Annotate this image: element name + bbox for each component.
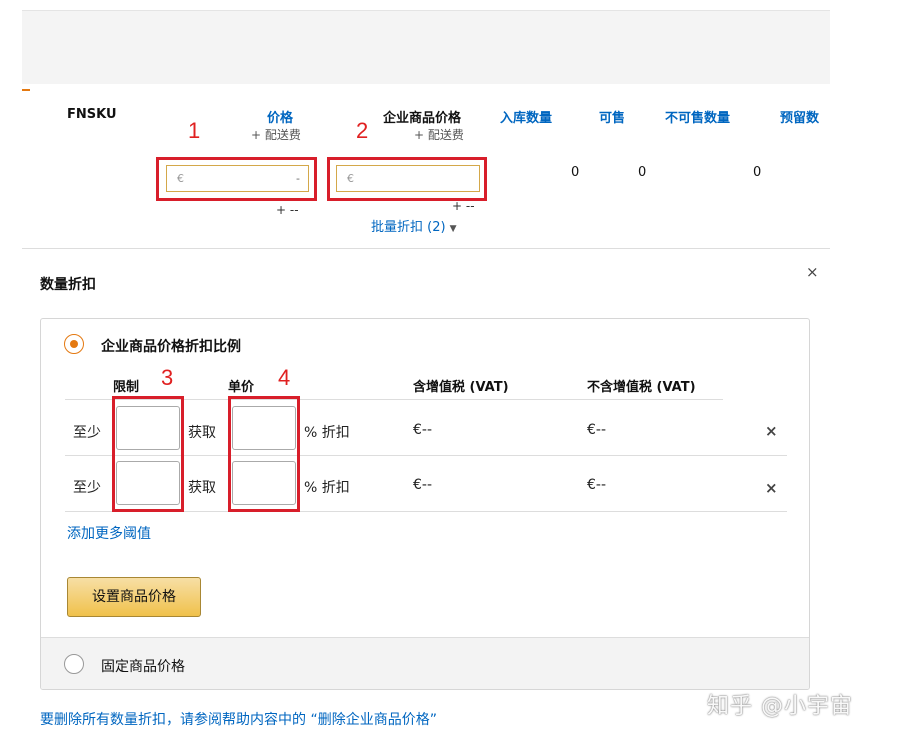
highlight-box-limit: [112, 396, 184, 512]
col-header-reserved[interactable]: 预留数: [780, 107, 819, 126]
business-price-input[interactable]: €: [336, 165, 480, 192]
col-header-price[interactable]: 价格: [267, 107, 293, 126]
quantity-discount-title: 数量折扣: [40, 277, 96, 293]
top-toolbar-area: [22, 10, 830, 84]
delete-discount-help-link[interactable]: 要删除所有数量折扣，请参阅帮助内容中的 “删除企业商品价格”: [40, 709, 437, 729]
row2-vat-value: €--: [413, 477, 433, 493]
col-novat: 不含增值税 (VAT): [587, 380, 696, 395]
row2-remove-icon[interactable]: ×: [765, 479, 778, 497]
radio-fixed-price[interactable]: [64, 654, 84, 674]
watermark: 知乎 @小宇宙: [707, 694, 853, 719]
annotation-4: 4: [278, 365, 291, 390]
row2-novat-value: €--: [587, 477, 607, 493]
row2-get: 获取: [188, 480, 216, 496]
bulk-discount-link[interactable]: 批量折扣 (2) ▼: [371, 216, 456, 235]
quantity-discount-panel: 企业商品价格折扣比例 限制 3 单价 4 含增值税 (VAT) 不含增值税 (V…: [40, 318, 810, 690]
row1-vat-value: €--: [413, 422, 433, 438]
business-shipping: + --: [452, 199, 475, 213]
col-unit-price: 单价: [228, 380, 255, 395]
option-percent-label: 企业商品价格折扣比例: [101, 339, 241, 355]
annotation-3: 3: [161, 365, 174, 390]
orange-marker: [22, 89, 30, 91]
inbound-value: 0: [571, 165, 580, 180]
highlight-box-unit-price: [228, 396, 300, 512]
sellable-value: 0: [638, 165, 647, 180]
col-vat: 含增值税 (VAT): [413, 380, 509, 395]
section-divider: [22, 248, 830, 249]
annotation-2: 2: [356, 118, 369, 143]
col-header-business-price-sub: + 配送费: [414, 128, 464, 142]
col-header-inbound[interactable]: 入库数量: [500, 107, 552, 126]
row1-percent-label: % 折扣: [304, 425, 350, 441]
row1-at-least: 至少: [73, 425, 101, 441]
price-input-symbol: €: [177, 172, 184, 185]
bulk-discount-label: 批量折扣 (2): [371, 220, 446, 235]
row1-remove-icon[interactable]: ×: [765, 422, 778, 440]
close-icon[interactable]: ×: [806, 263, 819, 281]
fixed-price-option-bar: 固定商品价格: [41, 637, 809, 689]
option-fixed-label: 固定商品价格: [101, 659, 185, 675]
col-header-sellable[interactable]: 可售: [599, 107, 625, 126]
col-header-fnsku: FNSKU: [67, 107, 117, 122]
col-header-price-sub: + 配送费: [251, 128, 301, 142]
col-header-unsellable[interactable]: 不可售数量: [665, 107, 730, 126]
set-price-button[interactable]: 设置商品价格: [67, 577, 201, 617]
col-header-business-price: 企业商品价格: [383, 111, 462, 126]
row1-get: 获取: [188, 425, 216, 441]
price-input[interactable]: € -: [166, 165, 309, 192]
annotation-1: 1: [188, 118, 201, 143]
price-input-dash: -: [296, 172, 300, 185]
add-more-thresholds-link[interactable]: 添加更多阈值: [67, 523, 151, 543]
row1-novat-value: €--: [587, 422, 607, 438]
business-input-symbol: €: [347, 172, 354, 185]
chevron-down-icon: ▼: [449, 224, 457, 234]
unsellable-value: 0: [753, 165, 762, 180]
row2-percent-label: % 折扣: [304, 480, 350, 496]
price-shipping: + --: [276, 203, 299, 217]
row2-at-least: 至少: [73, 480, 101, 496]
radio-percent-discount[interactable]: [64, 334, 84, 354]
col-limit: 限制: [113, 380, 140, 395]
